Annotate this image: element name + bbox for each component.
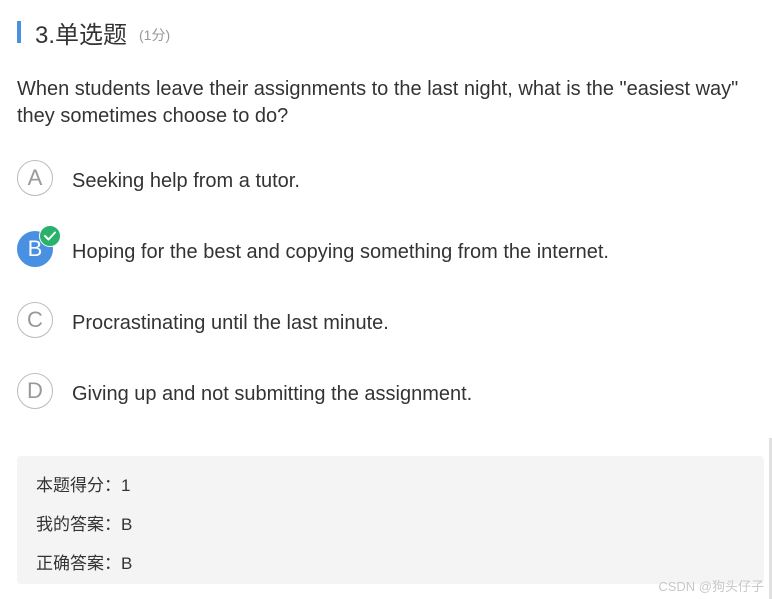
question-header: 3.单选题 (1分) xyxy=(17,18,171,49)
option-letter-c[interactable]: C xyxy=(17,302,53,338)
option-d[interactable]: D Giving up and not submitting the assig… xyxy=(17,373,757,417)
question-text: When students leave their assignments to… xyxy=(17,78,739,127)
result-panel: 本题得分：1 我的答案：B 正确答案：B xyxy=(17,456,764,584)
correct-answer: 正确答案：B xyxy=(36,554,133,573)
score-result: 本题得分：1 xyxy=(36,476,131,495)
option-letter-d[interactable]: D xyxy=(17,373,53,409)
question-score: (1分) xyxy=(139,27,171,43)
option-text-b[interactable]: Hoping for the best and copying somethin… xyxy=(72,241,609,264)
my-answer: 我的答案：B xyxy=(36,515,133,534)
option-text-c[interactable]: Procrastinating until the last minute. xyxy=(72,312,389,335)
check-circle-icon xyxy=(39,225,61,247)
question-title: 3.单选题 xyxy=(35,21,128,49)
watermark: CSDN @狗头仔子 xyxy=(658,579,764,594)
option-a[interactable]: A Seeking help from a tutor. xyxy=(17,160,757,204)
option-text-a[interactable]: Seeking help from a tutor. xyxy=(72,170,300,193)
title-accent-bar xyxy=(17,21,21,43)
option-b[interactable]: B Hoping for the best and copying someth… xyxy=(17,225,757,275)
option-text-d[interactable]: Giving up and not submitting the assignm… xyxy=(72,383,472,406)
option-letter-a[interactable]: A xyxy=(17,160,53,196)
option-c[interactable]: C Procrastinating until the last minute. xyxy=(17,302,757,346)
